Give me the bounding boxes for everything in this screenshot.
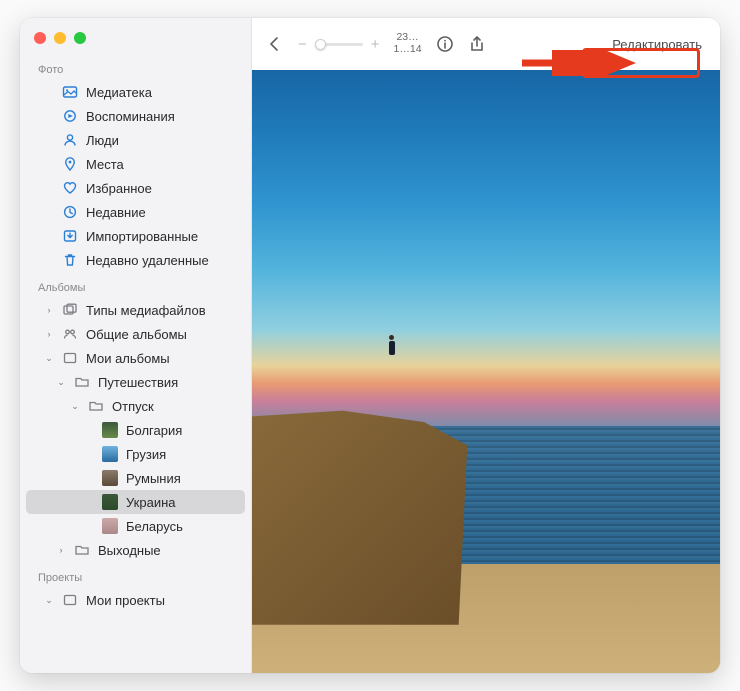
memories-icon (62, 108, 78, 124)
photo-person (388, 335, 396, 357)
folder-icon (74, 374, 90, 390)
places-icon (62, 156, 78, 172)
folder-icon (74, 542, 90, 558)
zoom-out-icon: − (298, 36, 307, 53)
sidebar-item-label: Избранное (86, 181, 152, 196)
sidebar-item-label: Выходные (98, 543, 161, 558)
share-button[interactable] (468, 35, 486, 53)
sidebar-item-recents[interactable]: Недавние (26, 200, 245, 224)
chevron-down-icon[interactable]: ⌄ (70, 401, 80, 412)
sidebar-item-label: Грузия (126, 447, 166, 462)
chevron-down-icon[interactable]: ⌄ (44, 353, 54, 364)
sidebar-item-my-projects[interactable]: ⌄ Мои проекты (26, 588, 245, 612)
album-icon (62, 350, 78, 366)
counter-line2: 1…14 (394, 44, 422, 56)
zoom-track[interactable] (315, 43, 363, 46)
sidebar-item-label: Украина (126, 495, 176, 510)
sidebar-item-places[interactable]: Места (26, 152, 245, 176)
sidebar: Фото Медиатека Воспоминания Люди Места И… (20, 18, 252, 673)
photos-window: Фото Медиатека Воспоминания Люди Места И… (20, 18, 720, 673)
sidebar-item-label: Мои проекты (86, 593, 165, 608)
sidebar-item-weekends[interactable]: › Выходные (26, 538, 245, 562)
edit-button[interactable]: Редактировать (608, 33, 706, 56)
folder-icon (88, 398, 104, 414)
zoom-slider[interactable]: − + (298, 36, 380, 53)
sidebar-item-label: Типы медиафайлов (86, 303, 206, 318)
sidebar-item-label: Беларусь (126, 519, 183, 534)
info-icon (436, 35, 454, 53)
chevron-right-icon[interactable]: › (44, 329, 54, 339)
sidebar-item-shared-albums[interactable]: › Общие альбомы (26, 322, 245, 346)
toolbar: − + 23… 1…14 Редактировать (252, 18, 720, 70)
sidebar-item-imports[interactable]: Импортированные (26, 224, 245, 248)
sidebar-item-vacation[interactable]: ⌄ Отпуск (26, 394, 245, 418)
sidebar-item-ukraine[interactable]: Украина (26, 490, 245, 514)
share-icon (468, 35, 486, 53)
sidebar-item-people[interactable]: Люди (26, 128, 245, 152)
sidebar-item-romania[interactable]: Румыния (26, 466, 245, 490)
photo-cliff (252, 335, 467, 624)
album-thumb-icon (102, 518, 118, 534)
trash-icon (62, 252, 78, 268)
sidebar-item-label: Места (86, 157, 124, 172)
clock-icon (62, 204, 78, 220)
mediatypes-icon (62, 302, 78, 318)
sidebar-item-my-albums[interactable]: ⌄ Мои альбомы (26, 346, 245, 370)
fullscreen-window-button[interactable] (74, 32, 86, 44)
sidebar-item-library[interactable]: Медиатека (26, 80, 245, 104)
close-window-button[interactable] (34, 32, 46, 44)
chevron-left-icon (266, 35, 284, 53)
album-thumb-icon (102, 446, 118, 462)
main-area: − + 23… 1…14 Редактировать (252, 18, 720, 673)
sidebar-item-label: Люди (86, 133, 119, 148)
import-icon (62, 228, 78, 244)
sidebar-item-label: Импортированные (86, 229, 198, 244)
album-thumb-icon (102, 422, 118, 438)
minimize-window-button[interactable] (54, 32, 66, 44)
chevron-right-icon[interactable]: › (44, 305, 54, 315)
chevron-right-icon[interactable]: › (56, 545, 66, 555)
photo-viewer[interactable] (252, 70, 720, 673)
zoom-knob[interactable] (315, 39, 326, 50)
sidebar-item-label: Медиатека (86, 85, 152, 100)
sidebar-item-bulgaria[interactable]: Болгария (26, 418, 245, 442)
section-header-photo: Фото (20, 54, 251, 80)
sidebar-item-label: Общие альбомы (86, 327, 187, 342)
sidebar-item-label: Недавние (86, 205, 146, 220)
sidebar-item-label: Отпуск (112, 399, 154, 414)
sidebar-item-label: Мои альбомы (86, 351, 170, 366)
sidebar-item-label: Недавно удаленные (86, 253, 209, 268)
photo-counter: 23… 1…14 (394, 32, 422, 55)
sidebar-item-belarus[interactable]: Беларусь (26, 514, 245, 538)
heart-icon (62, 180, 78, 196)
sidebar-item-travel[interactable]: ⌄ Путешествия (26, 370, 245, 394)
album-thumb-icon (102, 470, 118, 486)
projects-icon (62, 592, 78, 608)
sidebar-item-label: Путешествия (98, 375, 178, 390)
sidebar-item-memories[interactable]: Воспоминания (26, 104, 245, 128)
sidebar-item-label: Болгария (126, 423, 182, 438)
sidebar-item-recently-deleted[interactable]: Недавно удаленные (26, 248, 245, 272)
album-thumb-icon (102, 494, 118, 510)
people-icon (62, 132, 78, 148)
window-controls (20, 18, 251, 54)
sidebar-item-label: Воспоминания (86, 109, 175, 124)
sidebar-item-georgia[interactable]: Грузия (26, 442, 245, 466)
shared-icon (62, 326, 78, 342)
sidebar-item-media-types[interactable]: › Типы медиафайлов (26, 298, 245, 322)
info-button[interactable] (436, 35, 454, 53)
zoom-in-icon: + (371, 36, 380, 53)
section-header-albums: Альбомы (20, 272, 251, 298)
chevron-down-icon[interactable]: ⌄ (44, 595, 54, 606)
sidebar-item-favorites[interactable]: Избранное (26, 176, 245, 200)
chevron-down-icon[interactable]: ⌄ (56, 377, 66, 388)
library-icon (62, 84, 78, 100)
back-button[interactable] (266, 35, 284, 53)
section-header-projects: Проекты (20, 562, 251, 588)
sidebar-item-label: Румыния (126, 471, 181, 486)
